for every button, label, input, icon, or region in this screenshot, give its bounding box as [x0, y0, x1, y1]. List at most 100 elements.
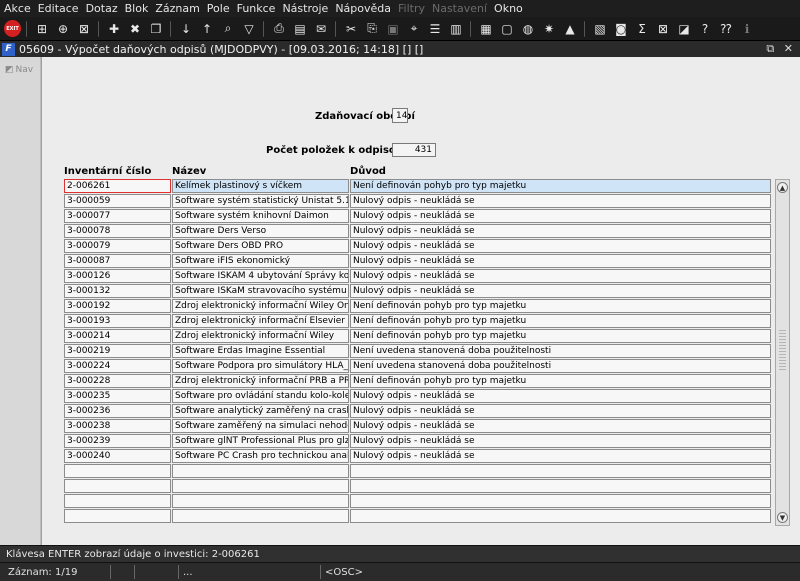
info-icon[interactable]: ℹ — [738, 20, 756, 38]
cell-inventory[interactable]: 3-000059 — [64, 194, 171, 208]
table-row[interactable]: 3-000238 Software zaměřený na simulaci ne… — [64, 419, 772, 434]
menu-item-dotaz[interactable]: Dotaz — [86, 2, 118, 15]
cell-inventory[interactable] — [64, 494, 171, 508]
delete-record-icon[interactable]: ✖ — [126, 20, 144, 38]
cut-icon[interactable]: ✂ — [342, 20, 360, 38]
table-row[interactable]: 3-000192 Zdroj elektronický informační Wi… — [64, 299, 772, 314]
cell-inventory[interactable]: 3-000224 — [64, 359, 171, 373]
menu-item-nastaveni[interactable]: Nastavení — [432, 2, 487, 15]
sort-ascending-icon[interactable]: ↓ — [177, 20, 195, 38]
table-row[interactable]: 3-000219 Software Erdas Imagine Essential… — [64, 344, 772, 359]
cell-reason[interactable] — [350, 479, 771, 493]
calculator-icon[interactable]: ▦ — [477, 20, 495, 38]
cell-inventory[interactable]: 3-000132 — [64, 284, 171, 298]
table-row[interactable]: 3-000059 Software systém statistický Unis… — [64, 194, 772, 209]
period-field[interactable]: 14 — [392, 108, 408, 123]
cell-inventory[interactable]: 2-006261 — [64, 179, 171, 193]
execute-query-icon[interactable]: ⊕ — [54, 20, 72, 38]
table-row[interactable]: 3-000235 Software pro ovládání standu kol… — [64, 389, 772, 404]
table-row[interactable]: 3-000224 Software Podpora pro simulátory … — [64, 359, 772, 374]
cell-inventory[interactable]: 3-000240 — [64, 449, 171, 463]
context-help-icon[interactable]: ⁇ — [717, 20, 735, 38]
table-row[interactable]: 3-000239 Software glNT Professional Plus … — [64, 434, 772, 449]
cell-reason[interactable]: Není definován pohyb pro typ majetku — [350, 179, 771, 193]
menu-item-funkce[interactable]: Funkce — [237, 2, 276, 15]
sum-icon[interactable]: Σ — [633, 20, 651, 38]
menu-item-blok[interactable]: Blok — [125, 2, 149, 15]
cell-name[interactable]: Zdroj elektronický informační PRB a PRL — [172, 374, 349, 388]
cell-reason[interactable]: Nulový odpis - neukládá se — [350, 389, 771, 403]
mail-icon[interactable]: ✉ — [312, 20, 330, 38]
nav-panel[interactable]: ◩ Nav — [0, 57, 41, 545]
cell-name[interactable]: Software ISKAM 4 ubytování Správy kolejí… — [172, 269, 349, 283]
cell-reason[interactable]: Nulový odpis - neukládá se — [350, 404, 771, 418]
cell-reason[interactable]: Není definován pohyb pro typ majetku — [350, 314, 771, 328]
cell-inventory[interactable]: 3-000235 — [64, 389, 171, 403]
scroll-grip[interactable] — [779, 330, 786, 370]
menu-item-filtry[interactable]: Filtry — [398, 2, 425, 15]
cell-name[interactable]: Software iFIS ekonomický — [172, 254, 349, 268]
table-row[interactable]: 3-000077 Software systém knihovní Daimon N… — [64, 209, 772, 224]
table-row[interactable]: 3-000228 Zdroj elektronický informační PR… — [64, 374, 772, 389]
insert-record-icon[interactable]: ✚ — [105, 20, 123, 38]
cell-inventory[interactable]: 3-000239 — [64, 434, 171, 448]
filter-icon[interactable]: ▽ — [240, 20, 258, 38]
nav-toggle[interactable]: ◩ Nav — [5, 65, 33, 75]
cell-reason[interactable]: Nulový odpis - neukládá se — [350, 269, 771, 283]
exit-button[interactable]: EXIT — [4, 20, 21, 37]
cell-inventory[interactable] — [64, 479, 171, 493]
table-row[interactable]: 3-000079 Software Ders OBD PRO Nulový odpi… — [64, 239, 772, 254]
cell-name[interactable]: Software ISKaM stravovacího systému SKM — [172, 284, 349, 298]
cell-inventory[interactable]: 3-000079 — [64, 239, 171, 253]
cell-name[interactable]: Software glNT Professional Plus pro glz — [172, 434, 349, 448]
cell-reason[interactable]: Nulový odpis - neukládá se — [350, 209, 771, 223]
cell-reason[interactable]: Nulový odpis - neukládá se — [350, 284, 771, 298]
cell-name[interactable]: Zdroj elektronický informační Elsevier — [172, 314, 349, 328]
cell-reason[interactable]: Není definován pohyb pro typ majetku — [350, 329, 771, 343]
window-controls[interactable]: ⧉ ✕ — [766, 42, 796, 56]
table-row[interactable]: 3-000126 Software ISKAM 4 ubytování Správ… — [64, 269, 772, 284]
cell-inventory[interactable]: 3-000078 — [64, 224, 171, 238]
menu-item-nastroje[interactable]: Nástroje — [282, 2, 328, 15]
cell-name[interactable]: Zdroj elektronický informační Wiley Onli… — [172, 299, 349, 313]
cell-reason[interactable]: Není uvedena stanovená doba použitelnost… — [350, 359, 771, 373]
sort-descending-icon[interactable]: ↑ — [198, 20, 216, 38]
warning-icon[interactable]: ▲ — [561, 20, 579, 38]
cell-name[interactable]: Kelímek plastinový s víčkem — [172, 179, 349, 193]
cell-reason[interactable]: Nulový odpis - neukládá se — [350, 194, 771, 208]
cell-inventory[interactable]: 3-000236 — [64, 404, 171, 418]
cell-inventory[interactable]: 3-000228 — [64, 374, 171, 388]
cell-inventory[interactable]: 3-000214 — [64, 329, 171, 343]
cell-inventory[interactable]: 3-000077 — [64, 209, 171, 223]
cell-inventory[interactable]: 3-000238 — [64, 419, 171, 433]
paste-icon[interactable]: ▣ — [384, 20, 402, 38]
table-row[interactable]: 2-006261 Kelímek plastinový s víčkem Není … — [64, 179, 772, 194]
cell-reason[interactable]: Nulový odpis - neukládá se — [350, 434, 771, 448]
table-row[interactable] — [64, 464, 772, 479]
table-row[interactable]: 3-000193 Zdroj elektronický informační El… — [64, 314, 772, 329]
cell-inventory[interactable] — [64, 509, 171, 523]
cell-reason[interactable]: Není definován pohyb pro typ majetku — [350, 374, 771, 388]
cell-name[interactable]: Software pro ovládání standu kolo-kolejn… — [172, 389, 349, 403]
duplicate-record-icon[interactable]: ❐ — [147, 20, 165, 38]
copy-icon[interactable]: ⎘ — [363, 20, 381, 38]
cell-reason[interactable]: Nulový odpis - neukládá se — [350, 239, 771, 253]
cell-name[interactable]: Zdroj elektronický informační Wiley — [172, 329, 349, 343]
cell-name[interactable] — [172, 479, 349, 493]
print-icon[interactable]: ⎙ — [270, 20, 288, 38]
cell-reason[interactable]: Není definován pohyb pro typ majetku — [350, 299, 771, 313]
grid-scrollbar[interactable]: ▲ ▼ — [775, 179, 790, 526]
cell-name[interactable]: Software Ders OBD PRO — [172, 239, 349, 253]
cell-reason[interactable] — [350, 494, 771, 508]
cell-name[interactable]: Software systém knihovní Daimon — [172, 209, 349, 223]
report-icon[interactable]: ▧ — [591, 20, 609, 38]
save-icon[interactable]: ◙ — [612, 20, 630, 38]
document-icon[interactable]: ▢ — [498, 20, 516, 38]
cell-name[interactable] — [172, 464, 349, 478]
menu-item-okno[interactable]: Okno — [494, 2, 523, 15]
columns-icon[interactable]: ▥ — [447, 20, 465, 38]
cell-inventory[interactable]: 3-000219 — [64, 344, 171, 358]
cell-reason[interactable]: Nulový odpis - neukládá se — [350, 254, 771, 268]
enter-query-icon[interactable]: ⊞ — [33, 20, 51, 38]
table-row[interactable] — [64, 494, 772, 509]
